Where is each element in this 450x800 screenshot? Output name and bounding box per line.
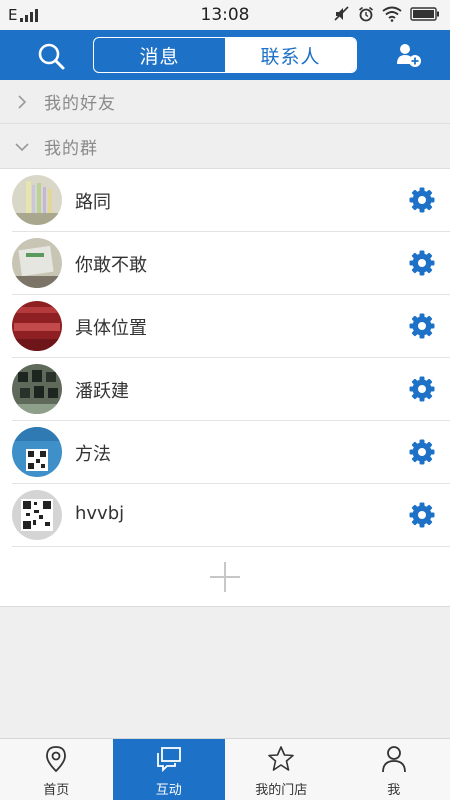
- top-header: 消息 联系人: [0, 30, 450, 80]
- alarm-icon: [358, 6, 374, 22]
- contact-name: 路同: [75, 192, 111, 213]
- location-pin-icon: [46, 746, 67, 773]
- gear-icon[interactable]: [409, 313, 435, 339]
- status-bar: E 13:08: [0, 0, 450, 30]
- list-item[interactable]: 具体位置: [12, 295, 450, 358]
- wifi-icon: [382, 6, 402, 22]
- contact-list: 路同 你敢不敢 具体位置 潘跃建 方法 hvvbj: [0, 169, 450, 607]
- gear-icon[interactable]: [409, 502, 435, 528]
- star-icon: [268, 746, 295, 771]
- gear-icon[interactable]: [409, 376, 435, 402]
- avatar: [12, 364, 62, 414]
- avatar: [12, 301, 62, 351]
- contact-name: 方法: [75, 444, 111, 465]
- mute-icon: [334, 6, 349, 21]
- nav-my-store[interactable]: 我的门店: [225, 739, 338, 800]
- nav-home[interactable]: 首页: [0, 739, 113, 800]
- nav-me[interactable]: 我: [338, 739, 450, 800]
- avatar: [12, 238, 62, 288]
- list-item[interactable]: 你敢不敢: [12, 232, 450, 295]
- add-contact-icon[interactable]: [396, 42, 422, 68]
- contact-name: 具体位置: [75, 318, 147, 339]
- segment-tabs: 消息 联系人: [93, 37, 357, 73]
- list-item[interactable]: hvvbj: [12, 484, 450, 547]
- nav-interact[interactable]: 互动: [112, 739, 225, 800]
- add-icon[interactable]: [209, 561, 241, 593]
- gear-icon[interactable]: [409, 187, 435, 213]
- chat-icon: [156, 747, 181, 773]
- search-icon[interactable]: [36, 41, 66, 71]
- group-row-friends[interactable]: 我的好友: [0, 80, 450, 124]
- list-item[interactable]: 潘跃建: [12, 358, 450, 421]
- avatar: [12, 490, 62, 540]
- status-right: [334, 6, 440, 22]
- person-icon: [381, 746, 406, 773]
- avatar: [12, 427, 62, 477]
- contact-name: 潘跃建: [75, 381, 129, 402]
- tab-contacts[interactable]: 联系人: [225, 38, 356, 72]
- contact-name: 你敢不敢: [75, 255, 147, 276]
- bottom-nav: 首页 互动 我的门店 我: [0, 738, 450, 800]
- nav-label: 我: [387, 783, 401, 798]
- nav-label: 首页: [43, 783, 70, 798]
- chevron-right-icon: [18, 94, 27, 109]
- gear-icon[interactable]: [409, 250, 435, 276]
- nav-label: 我的门店: [255, 783, 308, 798]
- battery-icon: [410, 7, 439, 21]
- group-row-groups[interactable]: 我的群: [0, 125, 450, 169]
- group-label: 我的群: [44, 139, 98, 159]
- contact-name: hvvbj: [75, 503, 125, 524]
- chevron-down-icon: [15, 142, 29, 151]
- list-item[interactable]: 方法: [12, 421, 450, 484]
- nav-label: 互动: [155, 783, 182, 798]
- list-item[interactable]: 路同: [12, 169, 450, 232]
- avatar: [12, 175, 62, 225]
- group-label: 我的好友: [44, 94, 116, 114]
- gear-icon[interactable]: [409, 439, 435, 465]
- tab-messages[interactable]: 消息: [94, 38, 225, 72]
